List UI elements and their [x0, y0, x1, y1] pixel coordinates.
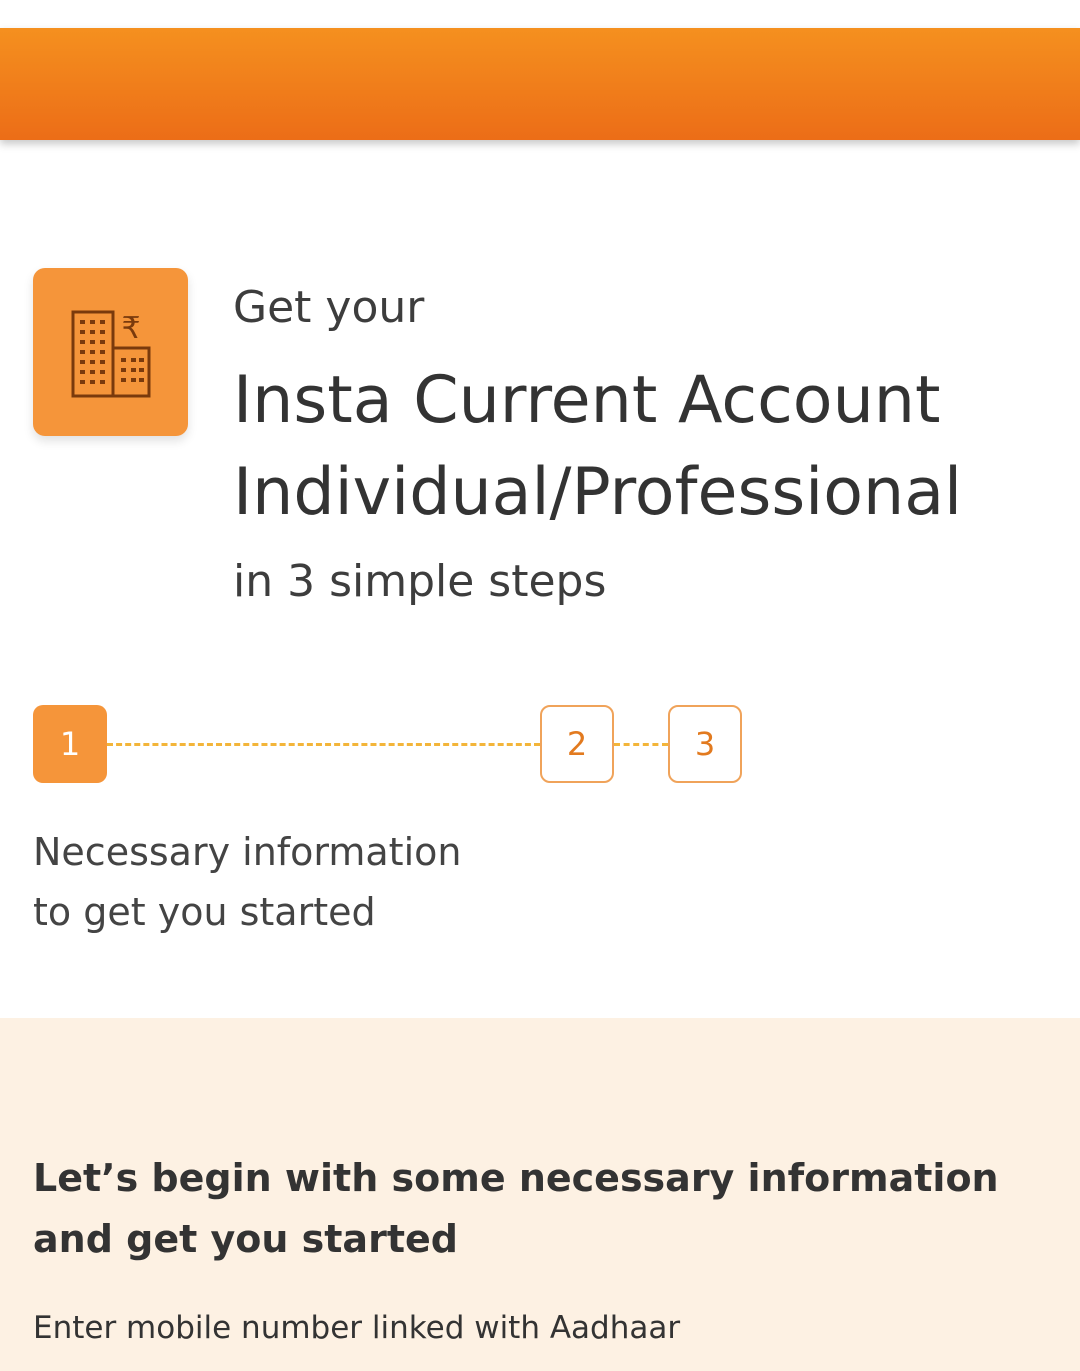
hero-intro-text: Get your: [233, 282, 425, 333]
mobile-number-label: Enter mobile number linked with Aadhaar: [33, 1310, 681, 1346]
form-heading: Let’s begin with some necessary informat…: [33, 1148, 999, 1270]
step-connector-1-2: [107, 743, 540, 746]
step-3-indicator: 3: [668, 705, 742, 783]
form-heading-line-2: and get you started: [33, 1217, 458, 1261]
hero-outro-text: in 3 simple steps: [233, 556, 607, 607]
step-description-line-1: Necessary information: [33, 830, 462, 874]
form-heading-line-1: Let’s begin with some necessary informat…: [33, 1156, 999, 1200]
current-step-description: Necessary information to get you started: [33, 822, 461, 942]
page-title: Insta Current Account Individual/Profess…: [233, 355, 962, 539]
step-1-indicator: 1: [33, 705, 107, 783]
step-connector-2-3: [614, 743, 668, 746]
app-header-bar: [0, 28, 1080, 140]
page-title-line-2: Individual/Professional: [233, 455, 963, 530]
building-rupee-icon: ₹: [71, 310, 150, 398]
account-icon-tile: ₹: [33, 268, 188, 436]
step-description-line-2: to get you started: [33, 890, 376, 934]
status-bar-area: [0, 0, 1080, 28]
progress-stepper: 1 2 3: [33, 705, 753, 785]
page-title-line-1: Insta Current Account: [233, 363, 941, 438]
svg-text:₹: ₹: [121, 311, 140, 346]
step-2-indicator: 2: [540, 705, 614, 783]
